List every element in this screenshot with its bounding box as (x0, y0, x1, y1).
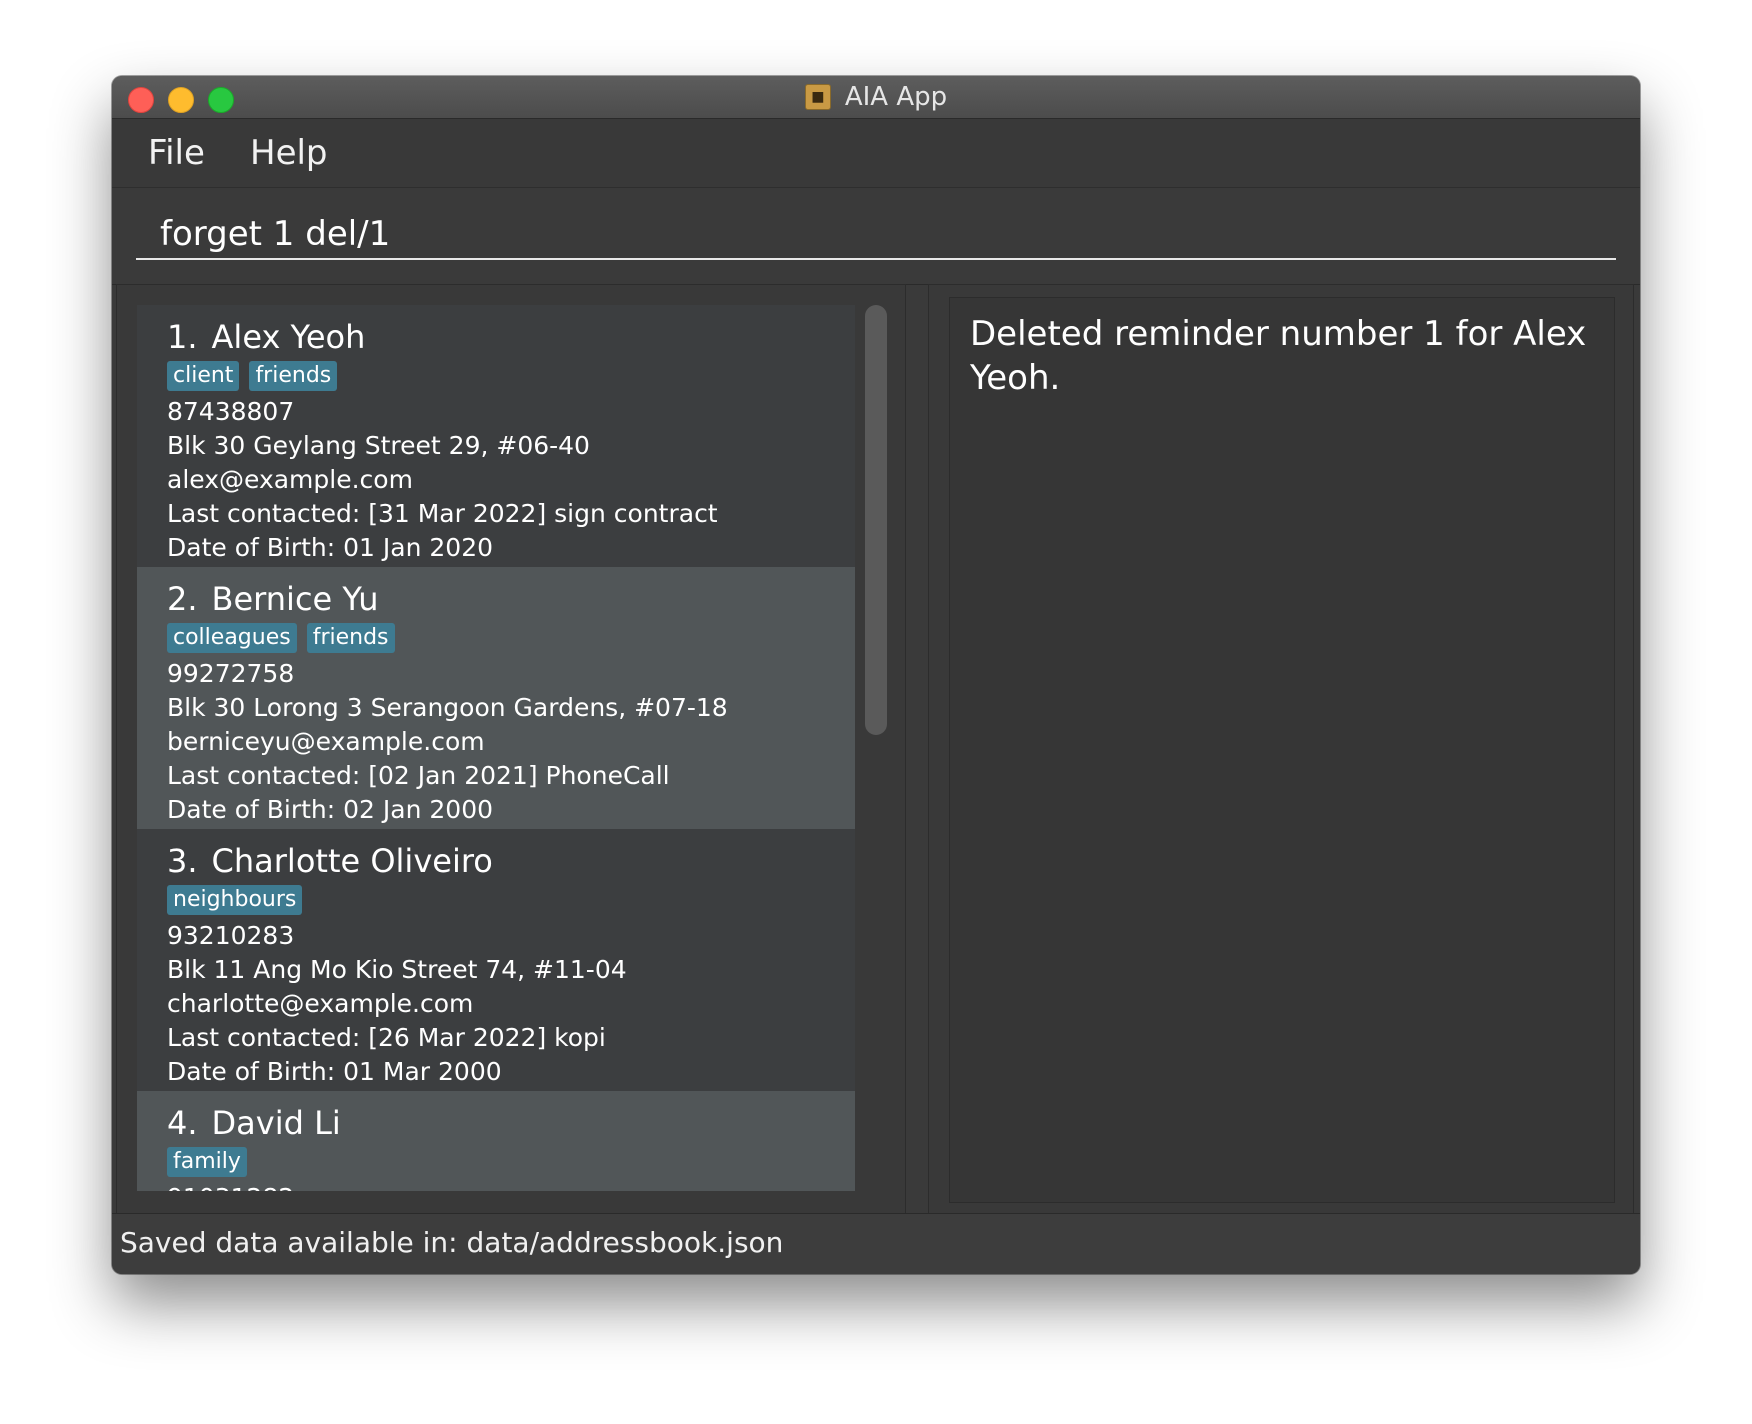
person-index: 1. (167, 318, 198, 356)
person-date-of-birth: Date of Birth: 01 Jan 2020 (167, 533, 494, 562)
person-tags: client friends (167, 361, 855, 395)
tag-badge: friends (249, 361, 338, 391)
result-display: Deleted reminder number 1 for Alex Yeoh. (949, 297, 1615, 1203)
command-input[interactable] (136, 210, 1616, 260)
person-index: 2. (167, 580, 198, 618)
person-email: charlotte@example.com (167, 989, 474, 1018)
person-index: 4. (167, 1104, 198, 1142)
tag-badge: family (167, 1147, 247, 1177)
person-last-contacted: Last contacted: [02 Jan 2021] PhoneCall (167, 761, 670, 790)
person-list[interactable]: 1. Alex Yeoh client friends 87438807 Blk 30 G… (137, 305, 855, 1191)
person-card-title: 3. Charlotte Oliveiro (167, 839, 855, 883)
address-book-icon: ■ (804, 84, 831, 110)
person-card[interactable]: 2. Bernice Yu colleagues friends 99272758 Blk… (137, 567, 855, 829)
tag-badge: neighbours (167, 885, 303, 915)
menu-bar: File Help (112, 119, 1640, 188)
person-name: Bernice Yu (211, 580, 379, 618)
person-date-of-birth: Date of Birth: 01 Mar 2000 (167, 1057, 502, 1086)
person-address: Blk 30 Lorong 3 Serangoon Gardens, #07-1… (167, 693, 728, 722)
person-email: alex@example.com (167, 465, 413, 494)
person-tags: neighbours (167, 885, 855, 919)
person-tags: family (167, 1147, 855, 1181)
person-phone: 99272758 (167, 659, 295, 688)
person-card[interactable]: 1. Alex Yeoh client friends 87438807 Blk 30 G… (137, 305, 855, 567)
person-last-contacted: Last contacted: [26 Mar 2022] kopi (167, 1023, 606, 1052)
person-name: Charlotte Oliveiro (211, 842, 493, 880)
person-card-title: 4. David Li (167, 1101, 855, 1145)
person-date-of-birth: Date of Birth: 02 Jan 2000 (167, 795, 494, 824)
person-card-title: 1. Alex Yeoh (167, 315, 855, 359)
person-tags: colleagues friends (167, 623, 855, 657)
app-window: ■ AIA App File Help 1. Alex Yeoh client fri… (112, 76, 1640, 1274)
person-name: David Li (211, 1104, 341, 1142)
person-address: Blk 11 Ang Mo Kio Street 74, #11-04 (167, 955, 627, 984)
person-address: Blk 30 Geylang Street 29, #06-40 (167, 431, 590, 460)
title-bar[interactable]: ■ AIA App (112, 76, 1640, 119)
person-index: 3. (167, 842, 198, 880)
status-bar: Saved data available in: data/addressboo… (112, 1213, 1640, 1274)
person-phone: 91031282 (167, 1181, 855, 1191)
person-card[interactable]: 3. Charlotte Oliveiro neighbours 93210283 Bl… (137, 829, 855, 1091)
person-list-panel: 1. Alex Yeoh client friends 87438807 Blk 30 G… (116, 284, 906, 1214)
tag-badge: client (167, 361, 240, 391)
result-panel: Deleted reminder number 1 for Alex Yeoh. (928, 284, 1634, 1214)
person-phone: 87438807 (167, 397, 295, 426)
person-list-scrollbar[interactable] (865, 305, 887, 735)
person-card[interactable]: 4. David Li family 91031282 (137, 1091, 855, 1191)
person-card-title: 2. Bernice Yu (167, 577, 855, 621)
window-title: AIA App (844, 82, 948, 112)
tag-badge: colleagues (167, 623, 297, 653)
person-email: berniceyu@example.com (167, 727, 485, 756)
title-group: ■ AIA App (112, 76, 1640, 118)
person-phone: 93210283 (167, 921, 295, 950)
menu-help[interactable]: Help (250, 133, 328, 173)
status-text: Saved data available in: data/addressboo… (120, 1226, 784, 1259)
person-name: Alex Yeoh (211, 318, 366, 356)
tag-badge: friends (306, 623, 395, 653)
menu-file[interactable]: File (148, 133, 205, 173)
command-box (112, 188, 1640, 285)
person-last-contacted: Last contacted: [31 Mar 2022] sign contr… (167, 499, 718, 528)
